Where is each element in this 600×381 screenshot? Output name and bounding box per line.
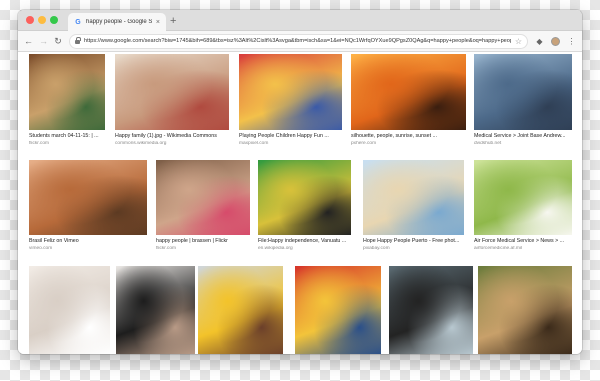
result-thumbnail[interactable] [389,266,473,354]
result-title[interactable]: Medical Service > Joint Base Andrew... [474,133,572,139]
bookmark-star-icon[interactable]: ☆ [515,37,522,46]
google-favicon-icon: G [75,18,81,26]
result-source[interactable]: flickr.com [156,246,250,251]
menu-icon[interactable]: ⋮ [567,37,576,46]
result-thumbnail[interactable] [29,266,110,354]
result-thumbnail[interactable] [29,160,147,235]
result-source[interactable]: vimeo.com [29,246,147,251]
result-title[interactable]: Hope Happy People Puerto - Free phot... [363,238,464,244]
result-thumbnail[interactable] [198,266,283,354]
result-title[interactable]: happy people | brassen | Flickr [156,238,250,244]
image-results-grid: Students march 04-11-15: | ... flickr.com… [18,52,582,354]
result-source[interactable]: flickr.com [29,141,105,146]
result-thumbnail[interactable] [156,160,250,235]
result-thumbnail[interactable] [351,54,466,130]
url-text[interactable]: https://www.google.com/search?biw=1745&b… [84,38,511,44]
tab-active[interactable]: G happy people - Google Search × [68,13,166,31]
result-thumbnail[interactable] [115,54,229,130]
new-tab-button[interactable]: + [170,13,176,29]
lock-icon [75,37,81,44]
result-source[interactable]: maxpixel.com [239,141,342,146]
result-source[interactable]: dvidshub.net [474,141,572,146]
forward-icon[interactable]: → [39,36,48,46]
result-thumbnail[interactable] [29,54,105,130]
result-title[interactable]: Students march 04-11-15: | ... [29,133,105,139]
result-thumbnail[interactable] [474,54,572,130]
tab-title: happy people - Google Search [86,19,152,25]
tab-close-button[interactable]: × [156,19,160,26]
minimize-window-button[interactable] [38,16,46,24]
result-title[interactable]: silhouette, people, sunrise, sunset ... [351,133,466,139]
window-controls [26,16,58,24]
result-source[interactable]: en.wikipedia.org [258,246,351,251]
result-thumbnail[interactable] [474,160,572,235]
result-source[interactable]: pxhere.com [351,141,466,146]
browser-toolbar: ← → ↻ https://www.google.com/search?biw=… [18,31,582,52]
browser-window: G happy people - Google Search × + ← → ↻… [18,10,582,354]
result-title[interactable]: File:Happy independence, Vanuatu ... [258,238,351,244]
maximize-window-button[interactable] [50,16,58,24]
result-source[interactable]: commons.wikimedia.org [115,141,229,146]
result-source[interactable]: pixabay.com [363,246,464,251]
address-bar[interactable]: https://www.google.com/search?biw=1745&b… [69,33,528,49]
result-thumbnail[interactable] [258,160,351,235]
result-thumbnail[interactable] [295,266,381,354]
result-title[interactable]: Happy family (1).jpg - Wikimedia Commons [115,133,229,139]
back-icon[interactable]: ← [24,36,33,46]
result-title[interactable]: Playing People Children Happy Fun ... [239,133,342,139]
result-thumbnail[interactable] [363,160,464,235]
result-thumbnail[interactable] [239,54,342,130]
tab-strip: G happy people - Google Search × + [18,10,582,31]
result-thumbnail[interactable] [116,266,195,354]
result-title[interactable]: Air Force Medical Service > News > ... [474,238,572,244]
extension-icon[interactable]: ◆ [535,37,544,46]
reload-icon[interactable]: ↻ [54,36,62,47]
close-window-button[interactable] [26,16,34,24]
result-title[interactable]: Brasil Feliz on Vimeo [29,238,147,244]
result-thumbnail[interactable] [478,266,572,354]
result-source[interactable]: airforcemedicine.af.mil [474,246,572,251]
avatar[interactable] [551,36,560,46]
